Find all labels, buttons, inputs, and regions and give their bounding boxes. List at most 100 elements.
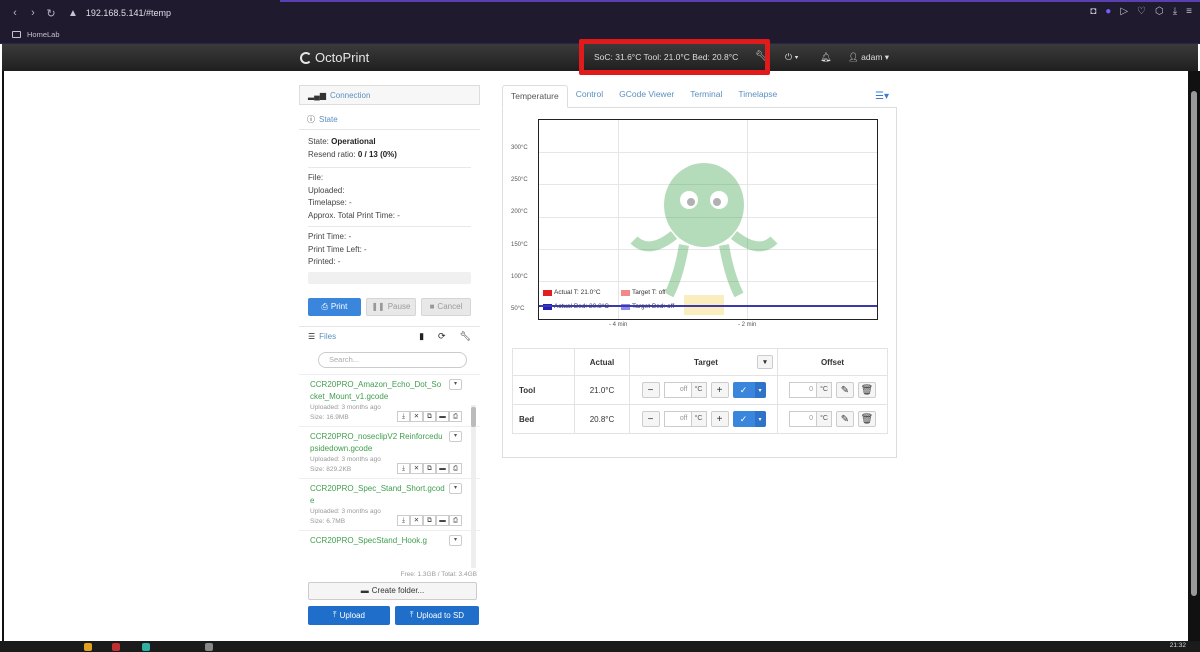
power-icon[interactable]: ⏻ ▾ bbox=[785, 52, 798, 63]
upload-sd-button[interactable]: ⤒ Upload to SD bbox=[395, 605, 479, 625]
shield-icon[interactable]: ● bbox=[1105, 6, 1111, 17]
legend-label: Target T: off bbox=[632, 289, 666, 296]
print-progress-bar bbox=[308, 271, 471, 284]
plus-icon[interactable]: + bbox=[710, 411, 729, 427]
wrench-icon[interactable]: 🔧︎ bbox=[460, 331, 471, 342]
taskbar-app-icon[interactable] bbox=[142, 643, 150, 651]
list-item[interactable]: CCR20PRO_Amazon_Echo_Dot_Socket_Mount_v1… bbox=[299, 375, 480, 427]
cube-icon[interactable]: ⬡ bbox=[1155, 6, 1164, 17]
upload-button[interactable]: ⤒ Upload bbox=[308, 605, 390, 625]
camera-icon[interactable]: ◘ bbox=[1090, 6, 1096, 17]
folder-open-icon[interactable]: ▬ bbox=[436, 410, 449, 422]
list-item[interactable]: CCR20PRO_SpecStand_Hook.g ▾ bbox=[299, 531, 480, 550]
upload-controls: ⤒ Upload ⤒ Upload to SD bbox=[308, 605, 480, 625]
tab-control[interactable]: Control bbox=[568, 84, 611, 107]
target-label: Target bbox=[694, 357, 718, 367]
list-item[interactable]: CCR20PRO_noseclipV2 Reinforcedupsidedown… bbox=[299, 427, 480, 479]
tab-timelapse[interactable]: Timelapse bbox=[730, 84, 785, 107]
download-icon[interactable]: ⤓ bbox=[397, 462, 410, 474]
chevron-down-icon[interactable]: ▾ bbox=[754, 411, 766, 427]
minus-icon[interactable]: − bbox=[641, 382, 660, 398]
chevron-down-icon[interactable]: ▾ bbox=[754, 382, 766, 398]
print-icon[interactable]: ⎙ bbox=[449, 410, 462, 422]
bed-target-input[interactable]: off bbox=[663, 411, 692, 427]
copy-icon[interactable]: ⧉ bbox=[423, 514, 436, 526]
download-icon[interactable]: ⤓ bbox=[397, 514, 410, 526]
brand[interactable]: OctoPrint bbox=[300, 50, 369, 65]
file-name[interactable]: CCR20PRO_noseclipV2 Reinforcedupsidedown… bbox=[310, 431, 445, 455]
delete-x-icon[interactable]: ✕ bbox=[410, 410, 423, 422]
page-scroll-thumb[interactable] bbox=[1191, 91, 1197, 596]
download-icon[interactable]: ⤓ bbox=[1173, 6, 1177, 17]
check-icon[interactable]: ✓ bbox=[732, 411, 755, 427]
file-name[interactable]: CCR20PRO_Spec_Stand_Short.gcode bbox=[310, 483, 445, 507]
folder-open-icon[interactable]: ▬ bbox=[436, 514, 449, 526]
trash-icon[interactable]: 🗑︎ bbox=[858, 411, 876, 427]
taskbar-app-icon[interactable] bbox=[205, 643, 213, 651]
pause-icon: ❚❚ bbox=[371, 302, 385, 311]
table-header-blank bbox=[512, 348, 575, 376]
target-dropdown-button[interactable]: ▾ bbox=[757, 355, 773, 369]
delete-x-icon[interactable]: ✕ bbox=[410, 462, 423, 474]
file-name[interactable]: CCR20PRO_Amazon_Echo_Dot_Socket_Mount_v1… bbox=[310, 379, 445, 403]
files-header[interactable]: ☰ Files ▮ ⟳ 🔧︎ bbox=[299, 325, 480, 346]
octoprint-watermark-icon bbox=[630, 163, 778, 315]
back-icon[interactable]: ‹ bbox=[6, 7, 24, 19]
tool-offset-input[interactable]: 0 bbox=[789, 382, 817, 398]
chevron-down-icon[interactable]: ▾ bbox=[449, 378, 462, 390]
minus-icon[interactable]: − bbox=[641, 411, 660, 427]
tab-menu-icon[interactable]: ☰▾ bbox=[867, 86, 897, 107]
timelapse-line: Timelapse: - bbox=[308, 198, 352, 207]
chevron-down-icon[interactable]: ▾ bbox=[449, 482, 462, 494]
list-item[interactable]: CCR20PRO_Spec_Stand_Short.gcode Uploaded… bbox=[299, 479, 480, 531]
cancel-button[interactable]: ■ Cancel bbox=[420, 297, 471, 316]
bed-offset-input[interactable]: 0 bbox=[789, 411, 817, 427]
print-icon[interactable]: ⎙ bbox=[449, 514, 462, 526]
copy-icon[interactable]: ⧉ bbox=[423, 410, 436, 422]
menu-icon[interactable]: ≡ bbox=[1186, 6, 1192, 17]
folder-open-icon[interactable]: ▬ bbox=[436, 462, 449, 474]
refresh-icon[interactable]: ⟳ bbox=[438, 331, 446, 342]
taskbar-app-icon[interactable] bbox=[84, 643, 92, 651]
create-folder-button[interactable]: ▬ Create folder... bbox=[308, 581, 477, 600]
state-header[interactable]: ⓘ State bbox=[299, 109, 480, 129]
page-scrollbar[interactable] bbox=[1188, 71, 1200, 641]
taskbar-app-icon[interactable] bbox=[112, 643, 120, 651]
check-icon[interactable]: ✓ bbox=[732, 382, 755, 398]
chevron-down-icon[interactable]: ▾ bbox=[449, 534, 462, 546]
trash-icon[interactable]: 🗑︎ bbox=[858, 382, 876, 398]
tab-terminal[interactable]: Terminal bbox=[682, 84, 730, 107]
tab-temperature[interactable]: Temperature bbox=[502, 85, 568, 108]
pause-button[interactable]: ❚❚ Pause bbox=[365, 297, 416, 316]
tool-target-input[interactable]: off bbox=[663, 382, 692, 398]
bookmark-homelab[interactable]: HomeLab bbox=[27, 30, 60, 39]
play-icon[interactable]: ▷ bbox=[1120, 6, 1128, 17]
copy-icon[interactable]: ⧉ bbox=[423, 462, 436, 474]
pencil-icon[interactable]: ✎ bbox=[836, 411, 854, 427]
heart-icon[interactable]: ♡ bbox=[1137, 6, 1146, 17]
print-button[interactable]: ⎙ Print bbox=[308, 297, 361, 316]
file-name[interactable]: CCR20PRO_SpecStand_Hook.g bbox=[310, 535, 445, 547]
plus-icon[interactable]: + bbox=[710, 382, 729, 398]
connection-header[interactable]: ▂▄▆ Connection bbox=[299, 85, 480, 105]
pencil-icon[interactable]: ✎ bbox=[836, 382, 854, 398]
file-list-scroll-thumb[interactable] bbox=[471, 406, 476, 427]
file-search-input[interactable]: Search... bbox=[318, 351, 467, 368]
forward-icon[interactable]: › bbox=[24, 7, 42, 19]
highlight-box bbox=[579, 39, 770, 75]
signal-icon: ▂▄▆ bbox=[308, 90, 326, 100]
chevron-down-icon[interactable]: ▾ bbox=[449, 430, 462, 442]
y-tick-label: 50°C bbox=[511, 306, 525, 312]
file-list-scrollbar[interactable] bbox=[471, 404, 476, 568]
address-bar[interactable]: ▲ 192.168.5.141/#temp bbox=[68, 8, 171, 19]
taskbar-clock: 21:32 bbox=[1169, 642, 1186, 649]
delete-x-icon[interactable]: ✕ bbox=[410, 514, 423, 526]
sd-card-icon[interactable]: ▮ bbox=[419, 331, 424, 342]
print-icon[interactable]: ⎙ bbox=[449, 462, 462, 474]
download-icon[interactable]: ⤓ bbox=[397, 410, 410, 422]
bed-offset-cell: 0 °C ✎ 🗑︎ bbox=[777, 404, 888, 434]
user-menu[interactable]: 👤︎ adam ▾ bbox=[848, 52, 889, 63]
bell-icon[interactable]: 🔔︎ bbox=[820, 52, 831, 63]
tab-gcode-viewer[interactable]: GCode Viewer bbox=[611, 84, 682, 107]
reload-icon[interactable]: ↻ bbox=[42, 7, 60, 20]
